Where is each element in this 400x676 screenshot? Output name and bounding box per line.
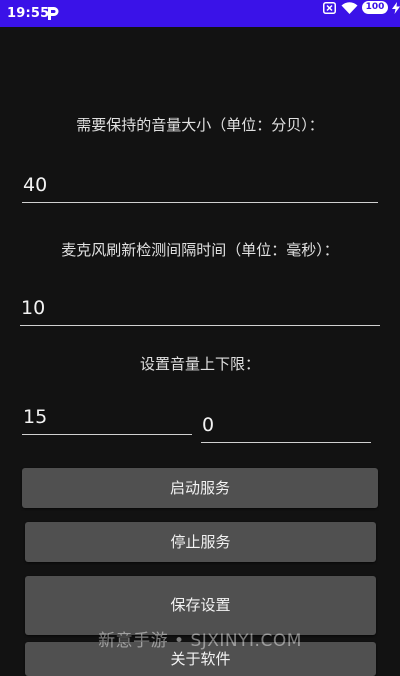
wifi-icon [341,2,358,14]
volume-label: 需要保持的音量大小（单位：分贝）： [76,116,324,134]
no-sim-icon [323,2,336,14]
lower-limit-input[interactable]: 0 [201,409,371,443]
volume-input[interactable]: 40 [22,169,378,203]
upper-limit-input[interactable]: 15 [22,401,192,435]
stop-service-button[interactable]: 停止服务 [25,522,376,562]
watermark: 新意手游 • SJXINYI.COM [98,631,302,651]
status-bar: 19:55 100 [0,0,400,27]
status-time: 19:55 [7,6,50,21]
interval-input[interactable]: 10 [20,292,380,326]
charging-icon [392,2,400,14]
interval-label: 麦克风刷新检测间隔时间（单位：毫秒）： [61,241,339,259]
parking-app-icon [48,7,59,20]
battery-icon: 100 [362,1,388,14]
limit-label: 设置音量上下限： [139,355,260,373]
start-service-button[interactable]: 启动服务 [22,468,378,508]
